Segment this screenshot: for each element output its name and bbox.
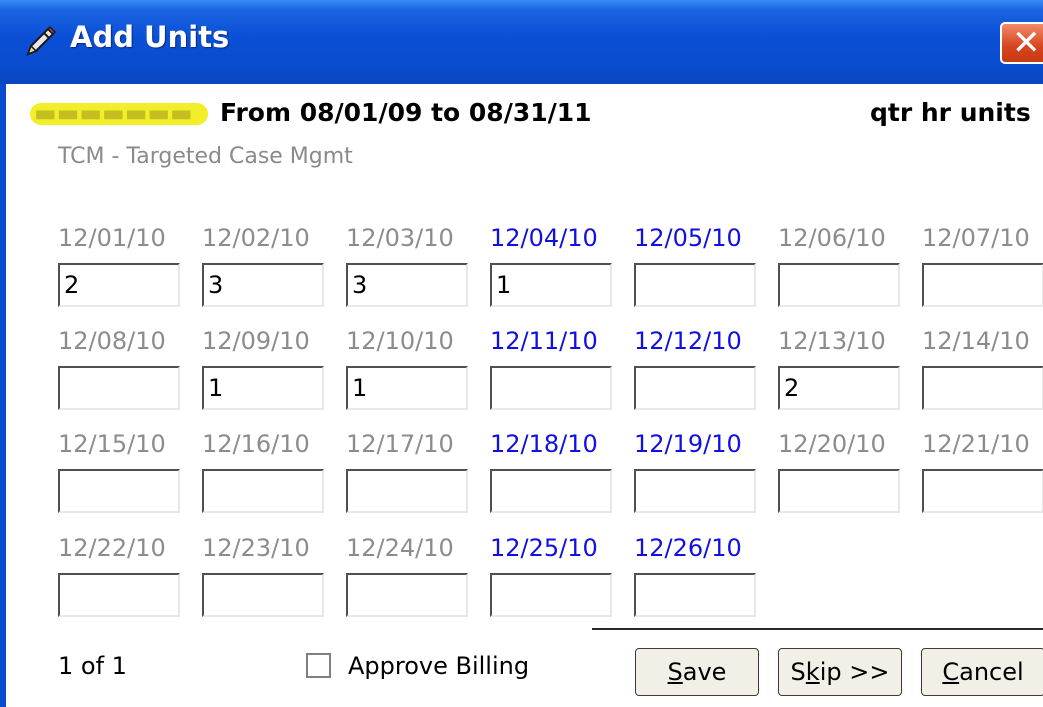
title-bar[interactable]: Add Units ✕ bbox=[0, 0, 1043, 84]
day-label: 12/26/10 bbox=[634, 534, 742, 562]
unit-input[interactable]: 3 bbox=[346, 263, 468, 307]
unit-type-label: qtr hr units bbox=[870, 98, 1031, 127]
day-label: 12/11/10 bbox=[490, 327, 598, 355]
unit-input[interactable] bbox=[58, 469, 180, 513]
unit-input[interactable]: 1 bbox=[202, 366, 324, 410]
unit-input[interactable] bbox=[922, 366, 1043, 410]
day-label: 12/05/10 bbox=[634, 224, 742, 252]
skip-label-start: S bbox=[790, 658, 806, 686]
unit-input[interactable] bbox=[634, 573, 756, 617]
day-label: 12/10/10 bbox=[346, 327, 454, 355]
unit-input[interactable] bbox=[202, 573, 324, 617]
unit-input[interactable] bbox=[490, 469, 612, 513]
unit-input[interactable] bbox=[634, 469, 756, 513]
cancel-button[interactable]: Cancel bbox=[921, 648, 1043, 696]
day-label: 12/19/10 bbox=[634, 430, 742, 458]
close-button[interactable]: ✕ bbox=[1000, 22, 1043, 64]
day-label: 12/23/10 bbox=[202, 534, 310, 562]
cancel-label: ancel bbox=[959, 658, 1024, 686]
unit-input[interactable]: 2 bbox=[58, 263, 180, 307]
day-label: 12/24/10 bbox=[346, 534, 454, 562]
unit-input[interactable]: 1 bbox=[490, 263, 612, 307]
day-label: 12/18/10 bbox=[490, 430, 598, 458]
date-range: From 08/01/09 to 08/31/11 bbox=[220, 98, 592, 127]
separator bbox=[592, 628, 1043, 630]
day-label: 12/04/10 bbox=[490, 224, 598, 252]
unit-input[interactable] bbox=[58, 573, 180, 617]
close-icon: ✕ bbox=[1012, 23, 1041, 63]
day-label: 12/06/10 bbox=[778, 224, 886, 252]
skip-access-key: k bbox=[805, 658, 820, 686]
day-label: 12/07/10 bbox=[922, 224, 1030, 252]
unit-input[interactable] bbox=[490, 573, 612, 617]
unit-input[interactable] bbox=[778, 263, 900, 307]
unit-input[interactable] bbox=[490, 366, 612, 410]
unit-input[interactable] bbox=[778, 469, 900, 513]
save-label: ave bbox=[682, 658, 727, 686]
window-title: Add Units bbox=[70, 20, 230, 54]
skip-label-end: ip >> bbox=[819, 658, 890, 686]
save-access-key: S bbox=[667, 658, 683, 686]
day-label: 12/22/10 bbox=[58, 534, 166, 562]
day-label: 12/01/10 bbox=[58, 224, 166, 252]
unit-input[interactable]: 1 bbox=[346, 366, 468, 410]
day-label: 12/21/10 bbox=[922, 430, 1030, 458]
cancel-access-key: C bbox=[942, 658, 960, 686]
day-label: 12/15/10 bbox=[58, 430, 166, 458]
unit-input[interactable] bbox=[346, 573, 468, 617]
day-label: 12/14/10 bbox=[922, 327, 1030, 355]
unit-input[interactable]: 2 bbox=[778, 366, 900, 410]
unit-input[interactable] bbox=[202, 469, 324, 513]
client-name: ▬▬▬▬▬▬▬ bbox=[34, 99, 193, 125]
day-label: 12/16/10 bbox=[202, 430, 310, 458]
unit-input[interactable] bbox=[922, 469, 1043, 513]
day-label: 12/08/10 bbox=[58, 327, 166, 355]
save-button[interactable]: Save bbox=[635, 648, 759, 696]
unit-input[interactable] bbox=[634, 366, 756, 410]
page-count: 1 of 1 bbox=[58, 652, 127, 680]
window-border bbox=[0, 84, 6, 707]
unit-input[interactable] bbox=[346, 469, 468, 513]
unit-input[interactable] bbox=[634, 263, 756, 307]
skip-button[interactable]: Skip >> bbox=[778, 648, 902, 696]
day-label: 12/09/10 bbox=[202, 327, 310, 355]
unit-input[interactable] bbox=[922, 263, 1043, 307]
unit-input[interactable] bbox=[58, 366, 180, 410]
day-label: 12/17/10 bbox=[346, 430, 454, 458]
approve-billing-checkbox[interactable] bbox=[306, 653, 331, 678]
service-label: TCM - Targeted Case Mgmt bbox=[58, 144, 353, 169]
day-label: 12/02/10 bbox=[202, 224, 310, 252]
unit-input[interactable]: 3 bbox=[202, 263, 324, 307]
day-label: 12/12/10 bbox=[634, 327, 742, 355]
approve-billing-label[interactable]: Approve Billing bbox=[348, 652, 529, 680]
day-label: 12/25/10 bbox=[490, 534, 598, 562]
day-label: 12/03/10 bbox=[346, 224, 454, 252]
day-label: 12/20/10 bbox=[778, 430, 886, 458]
pencil-icon bbox=[26, 25, 57, 56]
day-label: 12/13/10 bbox=[778, 327, 886, 355]
